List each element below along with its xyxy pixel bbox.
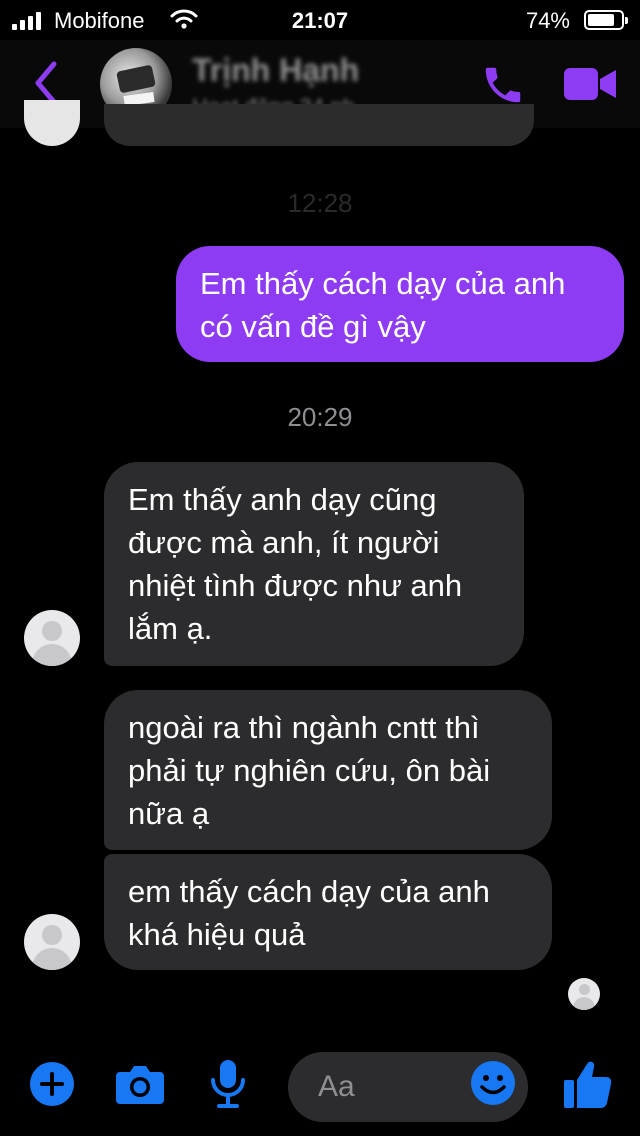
received-message-bubble[interactable]: em thấy cách dạy của anh khá hiệu quả bbox=[104, 854, 552, 970]
video-camera-icon[interactable] bbox=[562, 64, 618, 104]
camera-icon[interactable] bbox=[114, 1062, 166, 1106]
thumbs-up-icon[interactable] bbox=[562, 1058, 612, 1110]
sender-avatar[interactable] bbox=[24, 914, 80, 970]
message-line: Em thấy cách dạy của anh bbox=[200, 266, 566, 301]
message-line: có vấn đề gì vậy bbox=[200, 309, 426, 344]
message-line: nữa ạ bbox=[128, 796, 210, 831]
status-bar: Mobifone 21:07 74% bbox=[0, 0, 640, 40]
sent-message-bubble[interactable]: Em thấy cách dạy của anh có vấn đề gì vậ… bbox=[176, 246, 624, 362]
phone-icon[interactable] bbox=[480, 62, 526, 108]
emoji-icon[interactable] bbox=[470, 1060, 516, 1106]
message-line: lắm ạ. bbox=[128, 611, 213, 646]
battery-percentage: 74% bbox=[525, 8, 570, 33]
sender-avatar[interactable] bbox=[24, 610, 80, 666]
older-message-bubble[interactable] bbox=[104, 104, 534, 146]
message-line: ngoài ra thì ngành cntt thì bbox=[128, 710, 480, 745]
faint-timestamp: 12:28 bbox=[287, 188, 353, 218]
battery-icon bbox=[584, 10, 628, 30]
composer-bar: Aa bbox=[0, 1040, 640, 1136]
message-line: nhiệt tình được như anh bbox=[128, 568, 463, 603]
message-line: phải tự nghiên cứu, ôn bài bbox=[128, 753, 491, 788]
message-line: em thấy cách dạy của anh bbox=[128, 874, 490, 909]
contact-name[interactable]: Trịnh Hạnh bbox=[192, 52, 359, 89]
message-line: khá hiệu quả bbox=[128, 917, 306, 952]
received-message-bubble[interactable]: ngoài ra thì ngành cntt thì phải tự nghi… bbox=[104, 690, 552, 850]
older-avatar bbox=[24, 100, 80, 146]
plus-icon[interactable] bbox=[30, 1062, 74, 1106]
seen-indicator-avatar bbox=[568, 978, 600, 1010]
microphone-icon[interactable] bbox=[208, 1058, 248, 1110]
message-input-placeholder: Aa bbox=[318, 1070, 355, 1103]
message-line: được mà anh, ít người bbox=[128, 525, 440, 560]
message-line: Em thấy anh dạy cũng bbox=[128, 482, 437, 517]
received-message-bubble[interactable]: Em thấy anh dạy cũng được mà anh, ít ngư… bbox=[104, 462, 524, 666]
timestamp: 20:29 bbox=[287, 402, 353, 432]
